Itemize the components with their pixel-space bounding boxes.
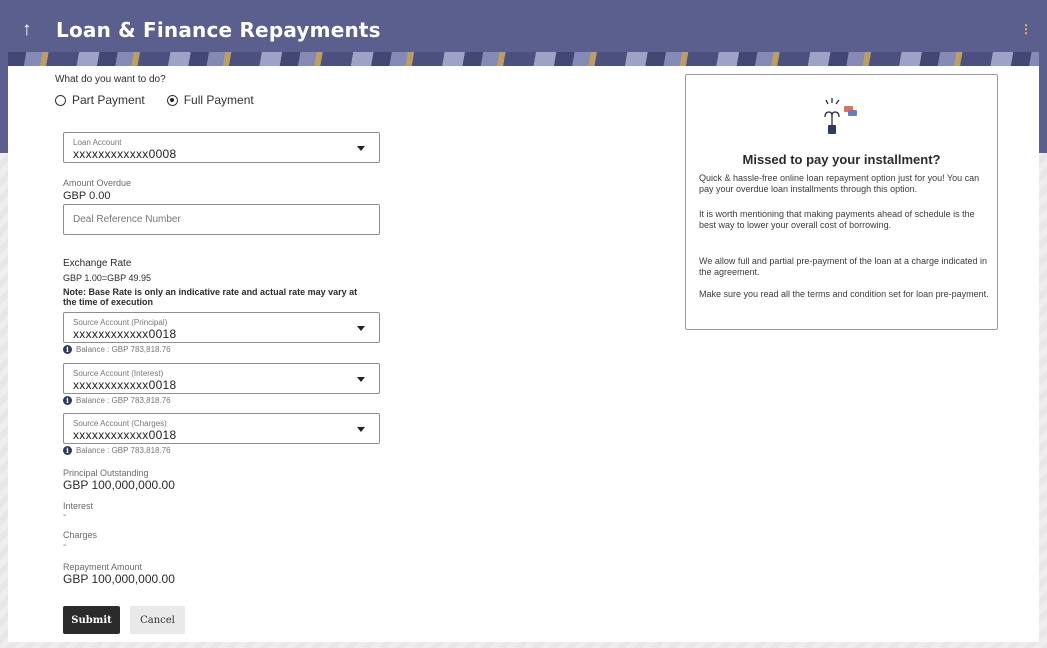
loan-account-label: Loan Account xyxy=(73,138,122,147)
source-charges-balance: i Balance : GBP 783,818.76 xyxy=(63,446,171,455)
repayment-amount-label: Repayment Amount xyxy=(63,562,143,572)
exchange-rate-value: GBP 1.00=GBP 49.95 xyxy=(63,273,151,283)
chevron-down-icon[interactable] xyxy=(357,427,365,432)
chevron-down-icon[interactable] xyxy=(357,326,365,331)
source-principal-label: Source Account (Principal) xyxy=(73,318,168,327)
exchange-rate-label: Exchange Rate xyxy=(63,258,132,269)
info-paragraph-4: Make sure you read all the terms and con… xyxy=(699,289,989,299)
kebab-menu-icon[interactable]: ⋮ xyxy=(1020,22,1032,36)
amount-overdue-value: GBP 0.00 xyxy=(63,190,111,202)
radio-part-payment-circle[interactable] xyxy=(55,94,66,106)
principal-outstanding-value: GBP 100,000,000.00 xyxy=(63,478,175,492)
info-paragraph-1: Quick & hassle-free online loan repaymen… xyxy=(699,173,980,194)
interest-label: Interest xyxy=(63,501,94,511)
missed-installment-info-card: Missed to pay your installment? Quick & … xyxy=(685,74,998,330)
source-account-principal-select[interactable]: Source Account (Principal) xxxxxxxxxxxx0… xyxy=(63,312,380,343)
source-charges-label: Source Account (Charges) xyxy=(73,419,167,428)
source-principal-value: xxxxxxxxxxxx0018 xyxy=(73,327,177,341)
chevron-down-icon[interactable] xyxy=(357,377,365,382)
radio-full-payment-label: Full Payment xyxy=(183,93,254,107)
principal-outstanding-label: Principal Outstanding xyxy=(63,468,149,478)
repayment-form-card: What do you want to do? Part Payment Ful… xyxy=(8,66,1039,642)
loan-account-value: xxxxxxxxxxxx0008 xyxy=(73,147,177,161)
info-icon: i xyxy=(63,446,72,455)
source-account-interest-select[interactable]: Source Account (Interest) xxxxxxxxxxxx00… xyxy=(63,363,380,394)
chevron-down-icon[interactable] xyxy=(357,146,365,151)
back-arrow-icon[interactable]: ↑ xyxy=(22,19,44,41)
charges-label: Charges xyxy=(63,530,98,540)
source-interest-balance-text: Balance : GBP 783,818.76 xyxy=(76,396,171,405)
deal-reference-input[interactable] xyxy=(63,204,380,235)
submit-button[interactable]: Submit xyxy=(63,606,120,634)
payment-type-radio-group: Part Payment Full Payment xyxy=(55,93,254,107)
source-charges-balance-text: Balance : GBP 783,818.76 xyxy=(76,446,171,455)
source-interest-balance: i Balance : GBP 783,818.76 xyxy=(63,396,171,405)
loan-account-select[interactable]: Loan Account xxxxxxxxxxxx0008 xyxy=(63,132,380,163)
source-principal-balance: i Balance : GBP 783,818.76 xyxy=(63,345,171,354)
question-label: What do you want to do? xyxy=(55,74,166,85)
radio-part-payment[interactable]: Part Payment xyxy=(55,93,145,107)
charges-value: - xyxy=(63,540,67,551)
exchange-rate-note: Note: Base Rate is only an indicative ra… xyxy=(63,287,358,307)
source-charges-value: xxxxxxxxxxxx0018 xyxy=(73,428,177,442)
repayment-amount-value: GBP 100,000,000.00 xyxy=(63,572,175,586)
source-interest-label: Source Account (Interest) xyxy=(73,369,164,378)
info-paragraph-3: We allow full and partial pre-payment of… xyxy=(699,256,988,277)
info-icon: i xyxy=(63,396,72,405)
header-banner-pattern xyxy=(8,52,1039,66)
interest-value: - xyxy=(63,510,67,521)
info-icon: i xyxy=(63,345,72,354)
radio-part-payment-label: Part Payment xyxy=(72,93,145,107)
info-paragraph-2: It is worth mentioning that making payme… xyxy=(699,209,975,230)
lamp-idea-icon xyxy=(824,98,857,134)
radio-full-payment[interactable]: Full Payment xyxy=(166,93,254,107)
amount-overdue-label: Amount Overdue xyxy=(63,178,132,188)
source-account-charges-select[interactable]: Source Account (Charges) xxxxxxxxxxxx001… xyxy=(63,413,380,444)
info-card-title: Missed to pay your installment? xyxy=(742,152,941,167)
source-principal-balance-text: Balance : GBP 783,818.76 xyxy=(76,345,171,354)
source-interest-value: xxxxxxxxxxxx0018 xyxy=(73,378,177,392)
radio-full-payment-circle[interactable] xyxy=(166,94,178,106)
header-title-row: ↑ Loan & Finance Repayments ⋮ xyxy=(22,10,1032,50)
page-title: Loan & Finance Repayments xyxy=(56,18,381,42)
cancel-button[interactable]: Cancel xyxy=(130,606,185,634)
